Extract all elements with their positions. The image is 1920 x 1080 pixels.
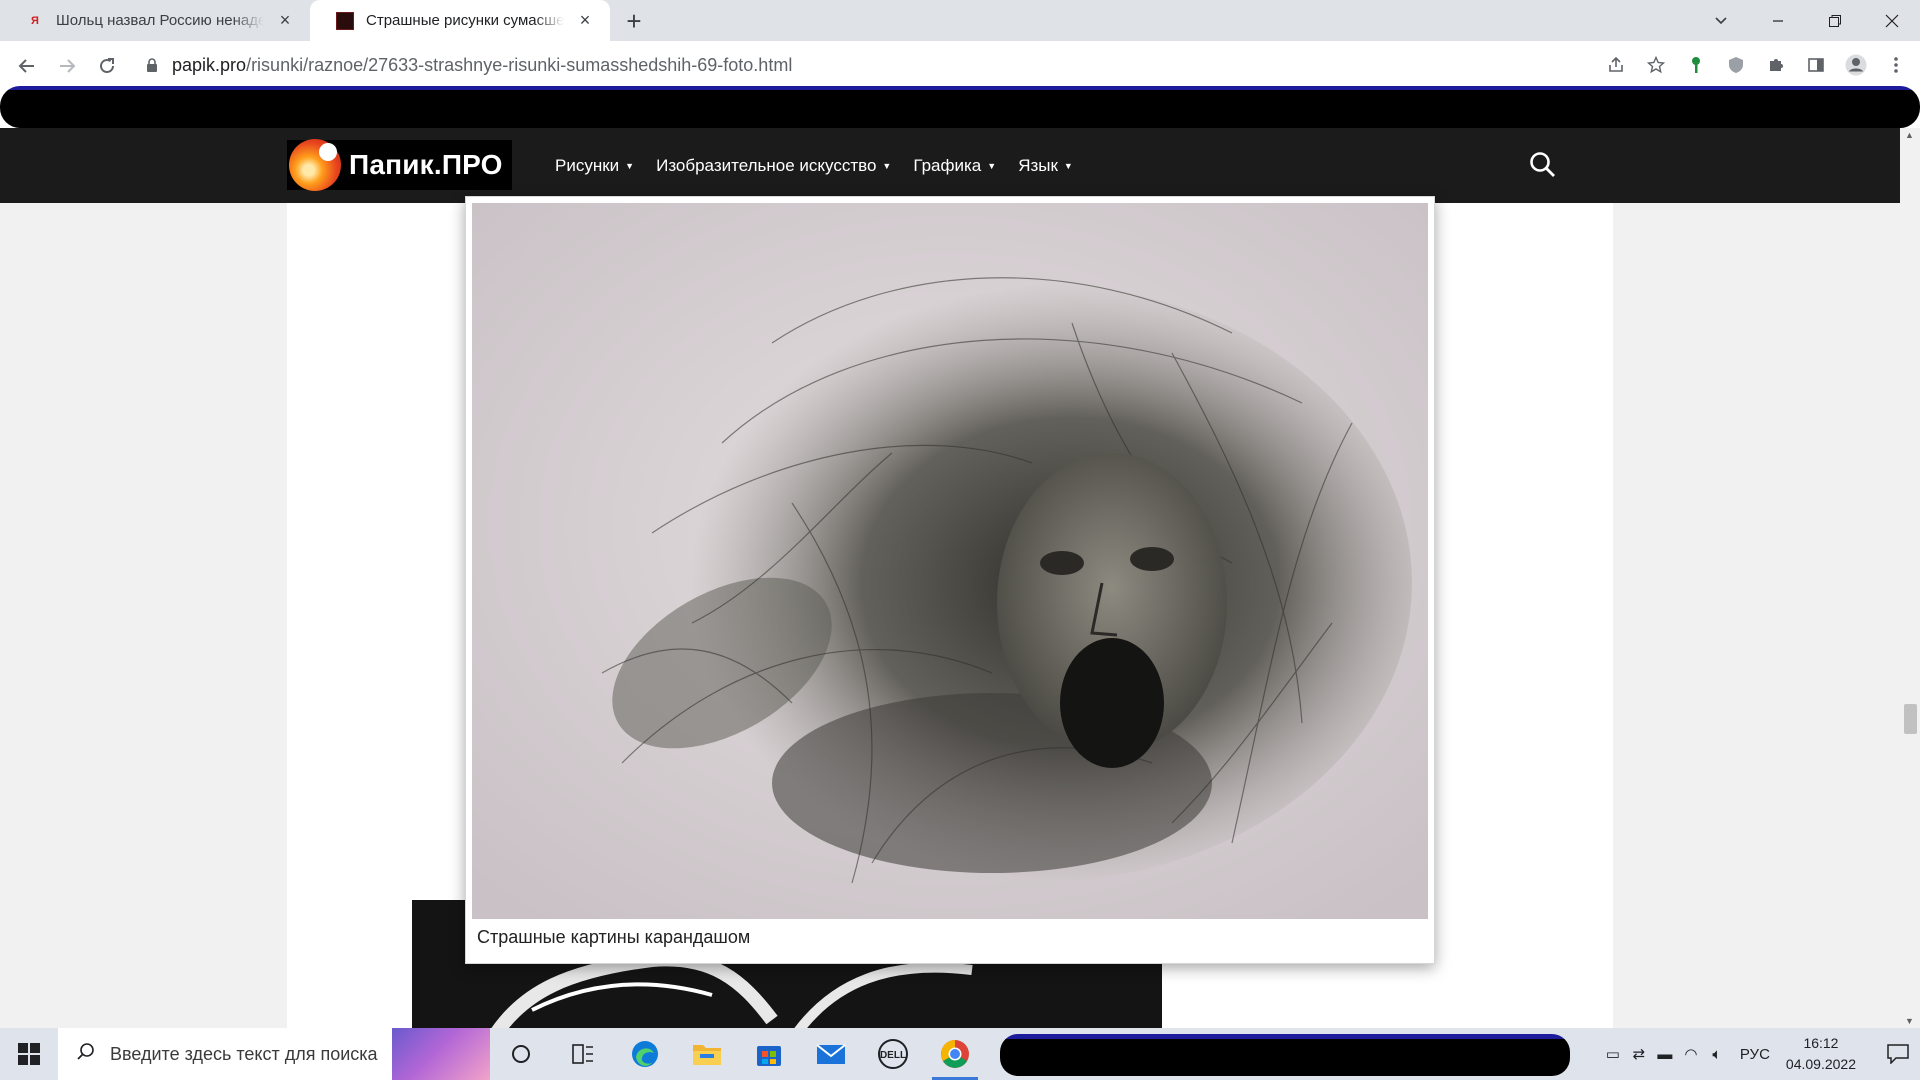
windows-taskbar: Введите здесь текст для поиска DELL ▭ ⇄ … — [0, 1028, 1920, 1080]
menu-label: Графика — [913, 155, 982, 175]
menu-item-art[interactable]: Изобразительное искусство ▼ — [656, 156, 891, 176]
forward-icon[interactable] — [52, 51, 82, 81]
tab-news[interactable]: Я Шольц назвал Россию ненадежным партнер… — [0, 0, 310, 41]
new-tab-button[interactable]: + — [620, 6, 648, 36]
papik-icon — [336, 11, 354, 30]
taskbar-search-box[interactable]: Введите здесь текст для поиска — [58, 1028, 490, 1080]
edge-icon[interactable] — [614, 1028, 676, 1080]
search-highlight-image[interactable] — [392, 1028, 490, 1080]
toolbar-actions — [1600, 49, 1912, 81]
menu-item-risunki[interactable]: Рисунки ▼ — [555, 156, 634, 176]
cortana-icon[interactable] — [490, 1028, 552, 1080]
restore-icon[interactable] — [1806, 0, 1863, 41]
file-explorer-icon[interactable] — [676, 1028, 738, 1080]
reload-icon[interactable] — [92, 51, 122, 81]
caret-down-icon: ▼ — [625, 160, 635, 171]
shield-extension-icon[interactable] — [1720, 49, 1752, 81]
menu-item-language[interactable]: Язык ▼ — [1018, 156, 1073, 176]
menu-label: Язык — [1018, 155, 1058, 175]
tab-search-chevron-icon[interactable] — [1692, 0, 1749, 41]
taskbar-clock[interactable]: 16:12 04.09.2022 — [1786, 1033, 1856, 1075]
address-bar[interactable]: papik.pro/risunki/raznoe/27633-strashnye… — [142, 46, 1712, 84]
yandex-news-icon: Я — [31, 14, 39, 27]
search-icon — [76, 1042, 96, 1067]
scroll-up-icon[interactable]: ▲ — [1905, 130, 1914, 140]
back-icon[interactable] — [12, 51, 42, 81]
key-extension-icon[interactable] — [1680, 49, 1712, 81]
notifications-icon[interactable] — [1876, 1044, 1920, 1064]
minimize-icon[interactable] — [1749, 0, 1806, 41]
close-window-icon[interactable] — [1863, 0, 1920, 41]
menu-item-graphics[interactable]: Графика ▼ — [913, 156, 996, 176]
search-placeholder: Введите здесь текст для поиска — [110, 1043, 378, 1064]
chrome-icon[interactable] — [924, 1028, 986, 1080]
scary-pencil-drawing[interactable] — [472, 203, 1428, 919]
menu-label: Изобразительное искусство — [656, 155, 877, 175]
taskbar-apps: DELL — [490, 1028, 986, 1080]
tab-strip: Я Шольц назвал Россию ненадежным партнер… — [0, 0, 1920, 41]
page-scrollbar[interactable]: ▲ ▼ — [1900, 128, 1920, 1028]
task-view-icon[interactable] — [552, 1028, 614, 1080]
image-caption: Страшные картины карандашом — [477, 927, 751, 947]
logo-text: Папик.ПРО — [349, 149, 503, 180]
network-share-icon[interactable]: ⇄ — [1626, 1045, 1652, 1063]
side-panel-icon[interactable] — [1800, 49, 1832, 81]
windows-start-icon[interactable] — [0, 1028, 58, 1080]
meet-now-icon[interactable]: ▭ — [1600, 1045, 1626, 1063]
redaction-scribble — [0, 86, 1920, 128]
caret-down-icon: ▼ — [882, 160, 892, 171]
svg-text:DELL: DELL — [880, 1050, 906, 1061]
battery-icon[interactable]: ▬ — [1652, 1046, 1678, 1063]
mail-icon[interactable] — [800, 1028, 862, 1080]
main-menu: Рисунки ▼ Изобразительное искусство ▼ Граф… — [555, 128, 1073, 203]
browser-toolbar: papik.pro/risunki/raznoe/27633-strashnye… — [0, 41, 1920, 89]
caret-down-icon: ▼ — [1063, 160, 1073, 171]
logo-mark-icon — [289, 139, 341, 191]
extensions-puzzle-icon[interactable] — [1760, 49, 1792, 81]
tab-papik[interactable]: Страшные рисунки сумасшедших × — [310, 0, 610, 41]
site-search-icon[interactable] — [1528, 150, 1560, 182]
tab-title: Шольц назвал Россию ненадежным партнером — [56, 12, 264, 29]
scrollbar-thumb[interactable] — [1904, 704, 1917, 734]
clock-time: 16:12 — [1803, 1035, 1839, 1051]
site-header: Папик.ПРО Рисунки ▼ Изобразительное искус… — [0, 128, 1900, 203]
dell-icon[interactable]: DELL — [862, 1028, 924, 1080]
browser-menu-icon[interactable] — [1880, 49, 1912, 81]
bookmark-star-icon[interactable] — [1640, 49, 1672, 81]
system-tray: ▭ ⇄ ▬ ◠ 🔈︎ РУС 16:12 04.09.2022 — [1600, 1028, 1920, 1080]
url-domain: papik.pro — [172, 54, 247, 75]
scroll-down-icon[interactable]: ▼ — [1905, 1016, 1914, 1026]
redaction-scribble — [1000, 1034, 1570, 1076]
close-tab-icon[interactable]: × — [274, 10, 296, 32]
caret-down-icon: ▼ — [987, 160, 997, 171]
image-lightbox: Страшные картины карандашом — [465, 196, 1435, 964]
microsoft-store-icon[interactable] — [738, 1028, 800, 1080]
language-indicator[interactable]: РУС — [1740, 1046, 1770, 1063]
share-icon[interactable] — [1600, 49, 1632, 81]
volume-icon[interactable]: 🔈︎ — [1704, 1046, 1730, 1063]
menu-label: Рисунки — [555, 155, 620, 175]
window-controls — [1692, 0, 1920, 41]
lock-icon[interactable] — [142, 57, 162, 73]
site-logo[interactable]: Папик.ПРО — [287, 139, 512, 191]
clock-date: 04.09.2022 — [1785, 1056, 1856, 1072]
close-tab-icon[interactable]: × — [574, 10, 596, 32]
profile-avatar-icon[interactable] — [1840, 49, 1872, 81]
wifi-icon[interactable]: ◠ — [1678, 1045, 1704, 1063]
tab-title: Страшные рисунки сумасшедших — [366, 12, 564, 29]
url-path: /risunki/raznoe/27633-strashnye-risunki-… — [246, 54, 793, 75]
